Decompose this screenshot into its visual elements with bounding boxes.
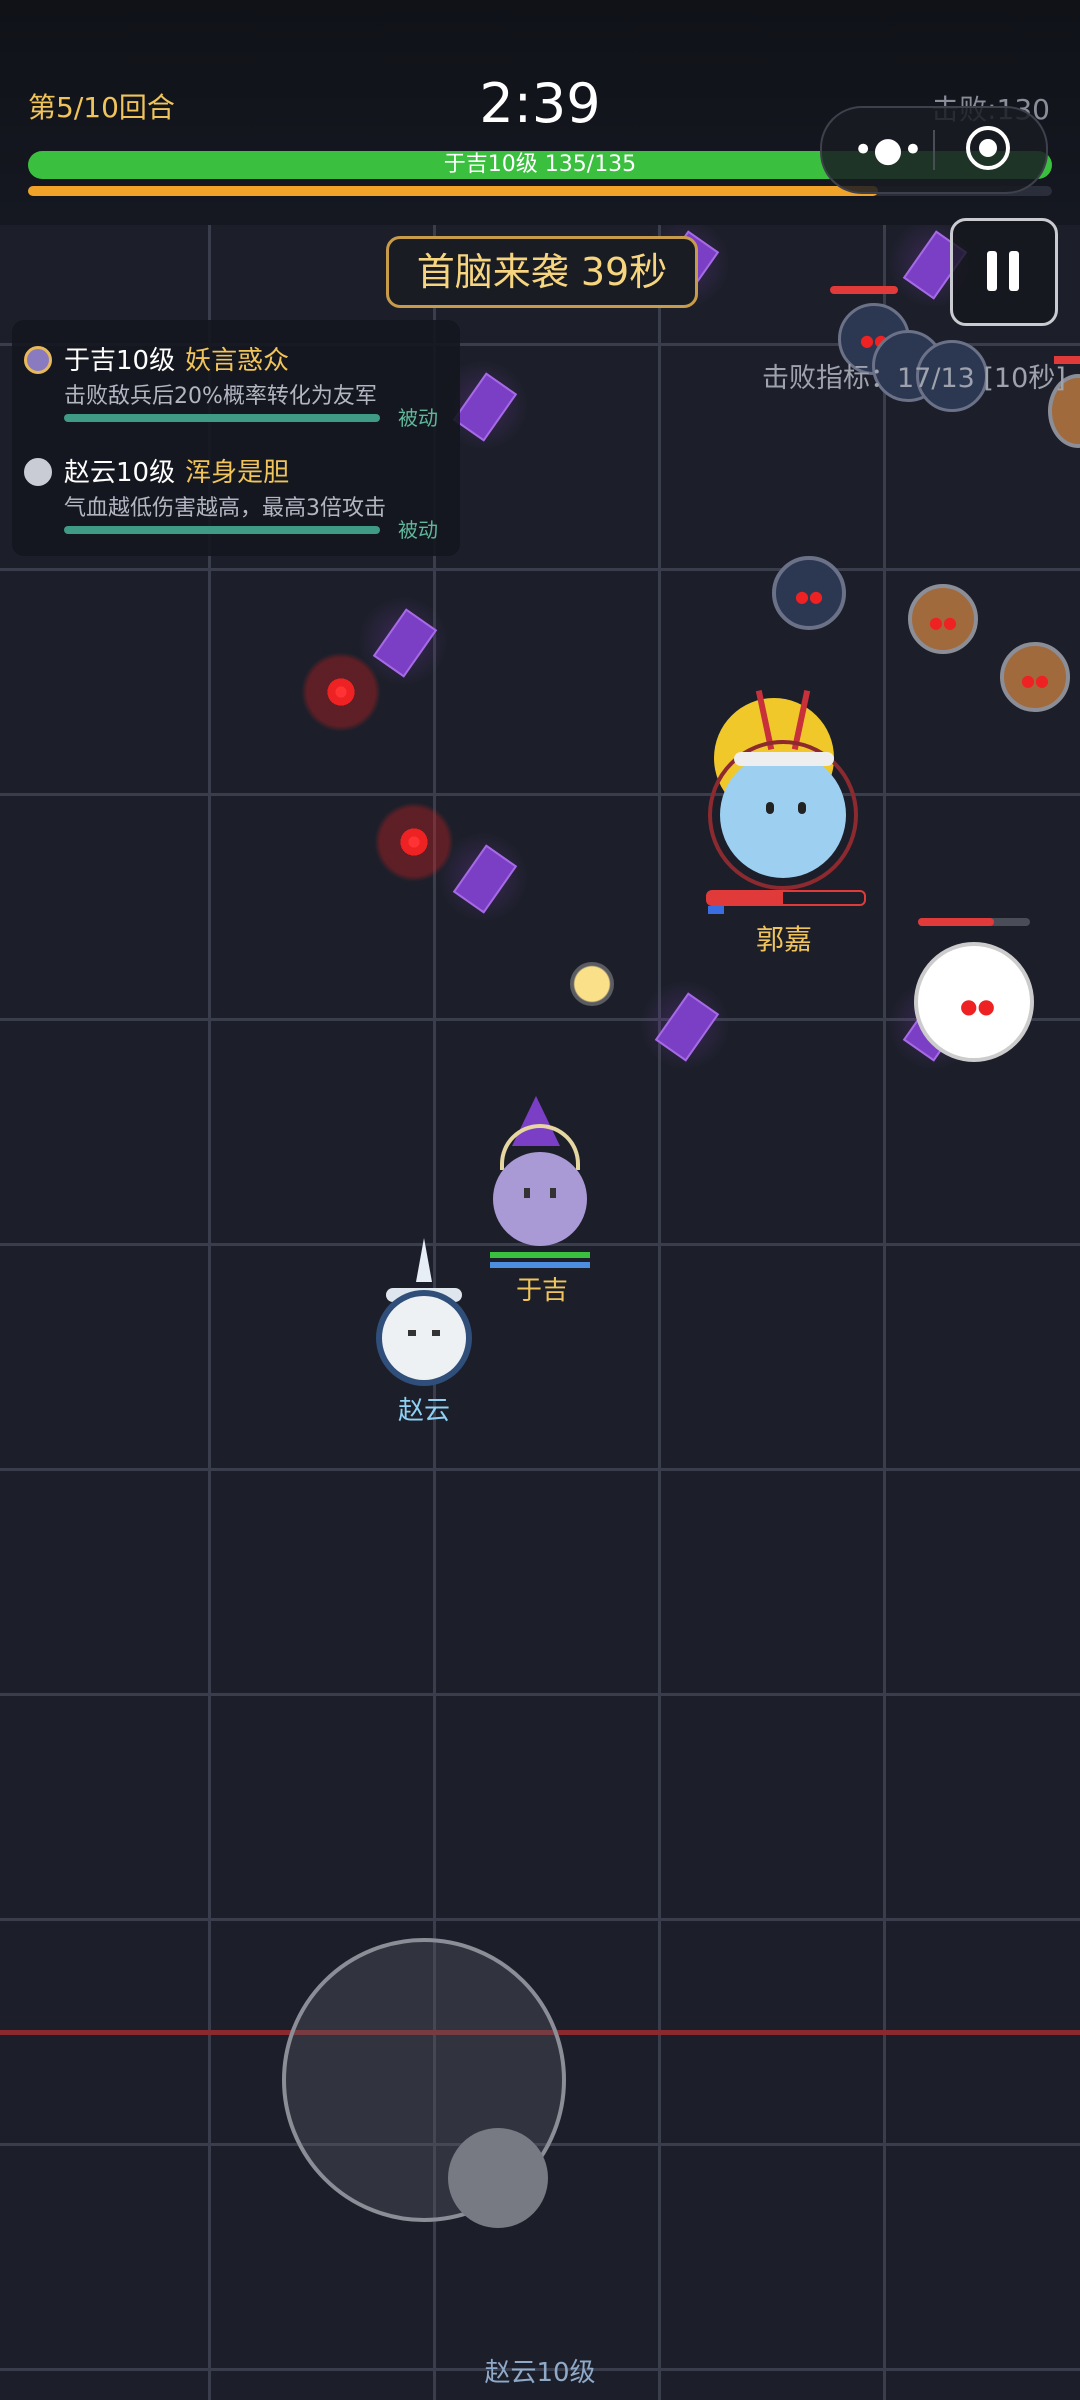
skill-progress bbox=[64, 414, 380, 422]
ally-level-label: 赵云10级 bbox=[484, 2358, 596, 2388]
skill-tag: 被动 bbox=[398, 518, 438, 542]
gold-orb bbox=[570, 962, 614, 1006]
more-dots-icon[interactable]: •●• bbox=[846, 130, 930, 170]
skill-entry: 于吉10级 妖言惑众 击败敌兵后20%概率转化为友军 被动 bbox=[12, 328, 460, 440]
player-yuji bbox=[490, 1096, 590, 1246]
capsule-divider bbox=[933, 130, 935, 170]
ally-zhaoyun bbox=[374, 1238, 474, 1388]
skill-tag: 被动 bbox=[398, 406, 438, 430]
kill-objective: 击败指标：17/13 [10秒] bbox=[762, 363, 1066, 394]
boss-hp-bar bbox=[706, 890, 866, 906]
elite-enemy: ●● bbox=[914, 942, 1034, 1062]
ally-name: 赵云 bbox=[398, 1396, 451, 1426]
enemy-hp-bar bbox=[830, 286, 898, 294]
enemy-bullet bbox=[374, 802, 454, 882]
skill-title: 赵云10级 浑身是胆 bbox=[64, 458, 290, 488]
enemy-soldier: ●● bbox=[908, 584, 978, 654]
skill-title: 于吉10级 妖言惑众 bbox=[64, 346, 290, 376]
boss-shield-bar bbox=[708, 906, 724, 914]
mini-program-capsule: •●• bbox=[820, 106, 1048, 194]
boss-incoming-banner: 首脑来袭 39秒 bbox=[386, 236, 698, 308]
hero-avatar-icon bbox=[24, 458, 52, 486]
skill-desc: 击败敌兵后20%概率转化为友军 bbox=[64, 384, 377, 409]
enemy-soldier: ●● bbox=[772, 556, 846, 630]
player-hp-bar bbox=[490, 1252, 590, 1258]
enemy-bullet bbox=[301, 652, 381, 732]
joystick-knob[interactable] bbox=[448, 2128, 548, 2228]
player-mp-bar bbox=[490, 1262, 590, 1268]
boss-name: 郭嘉 bbox=[756, 923, 813, 956]
enemy-soldier: ●● bbox=[1000, 642, 1070, 712]
pause-icon[interactable] bbox=[950, 218, 1058, 326]
xp-fill bbox=[28, 186, 878, 196]
crystal-projectile bbox=[640, 980, 730, 1070]
skill-entry: 赵云10级 浑身是胆 气血越低伤害越高，最高3倍攻击 被动 bbox=[12, 440, 460, 552]
skill-panel: 于吉10级 妖言惑众 击败敌兵后20%概率转化为友军 被动 赵云10级 浑身是胆 气… bbox=[12, 320, 460, 556]
skill-desc: 气血越低伤害越高，最高3倍攻击 bbox=[64, 496, 386, 521]
boss-unit bbox=[708, 690, 864, 890]
hero-avatar-icon bbox=[24, 346, 52, 374]
skill-progress bbox=[64, 526, 380, 534]
target-icon[interactable] bbox=[966, 126, 1010, 170]
player-name: 于吉 bbox=[516, 1276, 569, 1306]
elite-hp-bar bbox=[918, 918, 1030, 926]
